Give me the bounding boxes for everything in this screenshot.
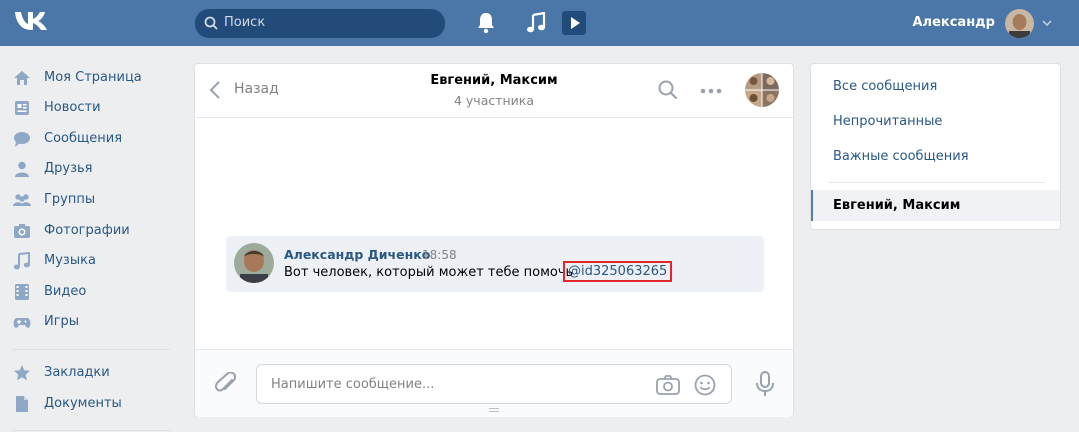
top-header: Поиск Александр (0, 0, 1079, 46)
messages-icon (13, 130, 31, 148)
nav-item-label: Документы (44, 396, 122, 411)
chat-header: Назад Евгений, Максим 4 участника (195, 64, 793, 118)
message-author[interactable]: Александр Диченко (284, 247, 430, 262)
conversation-item-active[interactable]: Евгений, Максим (811, 190, 1060, 221)
vk-logo-icon[interactable] (14, 10, 48, 32)
filter-unread[interactable]: Непрочитанные (833, 114, 942, 129)
home-icon (13, 69, 31, 87)
chat-participants[interactable]: 4 участника (195, 93, 793, 108)
nav-item-documents[interactable]: Документы (13, 392, 173, 416)
nav-item-label: Друзья (44, 161, 93, 176)
mention-link[interactable]: @id325063265 (563, 261, 673, 282)
message-input[interactable]: Напишите сообщение... (256, 364, 732, 404)
nav-item-friends[interactable]: Друзья (13, 157, 173, 181)
nav-item-label: Игры (44, 314, 80, 329)
nav-item-groups[interactable]: Группы (13, 188, 173, 212)
nav-item-label: Моя Страница (44, 70, 142, 85)
filter-important[interactable]: Важные сообщения (833, 149, 969, 164)
camera-icon (13, 222, 31, 240)
film-icon (13, 283, 31, 301)
nav-item-label: Группы (44, 192, 96, 207)
friend-icon (13, 160, 31, 178)
message-author-avatar[interactable] (234, 243, 274, 283)
star-icon (13, 364, 31, 382)
bell-icon[interactable] (477, 12, 495, 34)
nav-item-music[interactable]: Музыка (13, 249, 173, 273)
attach-icon[interactable] (215, 372, 237, 396)
message-input-placeholder: Напишите сообщение... (271, 377, 435, 392)
nav-item-label: Закладки (44, 365, 110, 380)
groups-icon (13, 191, 31, 209)
panel-divider (828, 182, 1045, 183)
conversation-item-label: Евгений, Максим (833, 198, 961, 213)
search-box[interactable]: Поиск (195, 9, 445, 38)
music-note-icon[interactable] (526, 12, 546, 34)
search-placeholder: Поиск (224, 15, 266, 30)
message-composer: Напишите сообщение... (195, 349, 793, 417)
message-filters-panel: Все сообщения Непрочитанные Важные сообщ… (810, 63, 1061, 230)
nav-item-messages[interactable]: Сообщения (13, 127, 173, 151)
user-name[interactable]: Александр (913, 15, 996, 30)
resize-handle[interactable] (489, 408, 499, 414)
nav-item-label: Фотографии (44, 223, 130, 238)
nav-divider (13, 349, 170, 350)
nav-divider (13, 430, 170, 431)
document-icon (13, 395, 31, 413)
chat-title[interactable]: Евгений, Максим (195, 73, 793, 88)
chat-panel: Назад Евгений, Максим 4 участника Алекса… (194, 63, 794, 417)
nav-item-games[interactable]: Игры (13, 310, 173, 334)
search-icon (204, 16, 218, 30)
video-play-icon[interactable] (562, 11, 586, 35)
chevron-down-icon[interactable] (1042, 20, 1052, 26)
gamepad-icon (13, 313, 31, 331)
message-time[interactable]: 18:58 (422, 248, 457, 262)
emoji-icon[interactable] (694, 374, 716, 396)
music-icon (13, 252, 31, 270)
chat-avatar[interactable] (745, 73, 779, 107)
nav-item-label: Сообщения (44, 131, 123, 146)
nav-item-news[interactable]: Новости (13, 96, 173, 120)
message: Александр Диченко 18:58 Вот человек, кот… (226, 236, 764, 292)
nav-item-bookmarks[interactable]: Закладки (13, 361, 173, 385)
nav-item-label: Видео (44, 284, 87, 299)
microphone-icon[interactable] (755, 371, 775, 397)
nav-item-my-page[interactable]: Моя Страница (13, 66, 173, 90)
user-avatar[interactable] (1005, 9, 1034, 38)
camera-icon[interactable] (656, 375, 680, 395)
nav-item-photos[interactable]: Фотографии (13, 219, 173, 243)
nav-item-video[interactable]: Видео (13, 280, 173, 304)
search-icon[interactable] (658, 80, 678, 100)
message-text: Вот человек, который может тебе помочь (284, 265, 574, 280)
nav-item-label: Музыка (44, 253, 96, 268)
news-icon (13, 99, 31, 117)
nav-item-label: Новости (44, 100, 101, 115)
filter-all-messages[interactable]: Все сообщения (833, 79, 937, 94)
more-icon[interactable] (700, 88, 722, 94)
